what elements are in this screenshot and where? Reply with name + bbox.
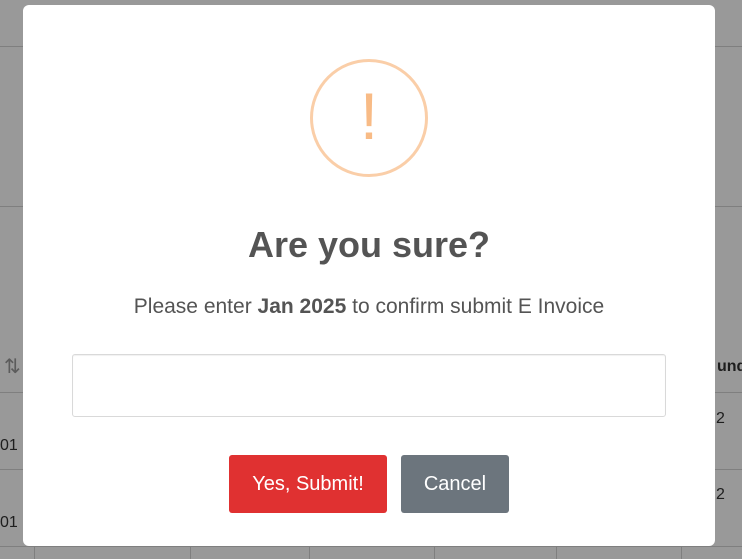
dialog-message: Please enter Jan 2025 to confirm submit … [23, 293, 715, 321]
dialog-title: Are you sure? [247, 224, 491, 265]
exclamation-mark: ! [359, 79, 379, 153]
yes-submit-button[interactable]: Yes, Submit! [229, 455, 387, 513]
message-suffix: to confirm submit E Invoice [346, 295, 605, 318]
cancel-button[interactable]: Cancel [401, 455, 509, 513]
confirm-dialog: ! Are you sure? Please enter Jan 2025 to… [23, 5, 715, 546]
confirmation-input[interactable] [72, 354, 666, 417]
confirmation-period: Jan 2025 [257, 295, 347, 318]
message-prefix: Please enter [133, 295, 258, 318]
exclamation-icon: ! [310, 59, 428, 177]
